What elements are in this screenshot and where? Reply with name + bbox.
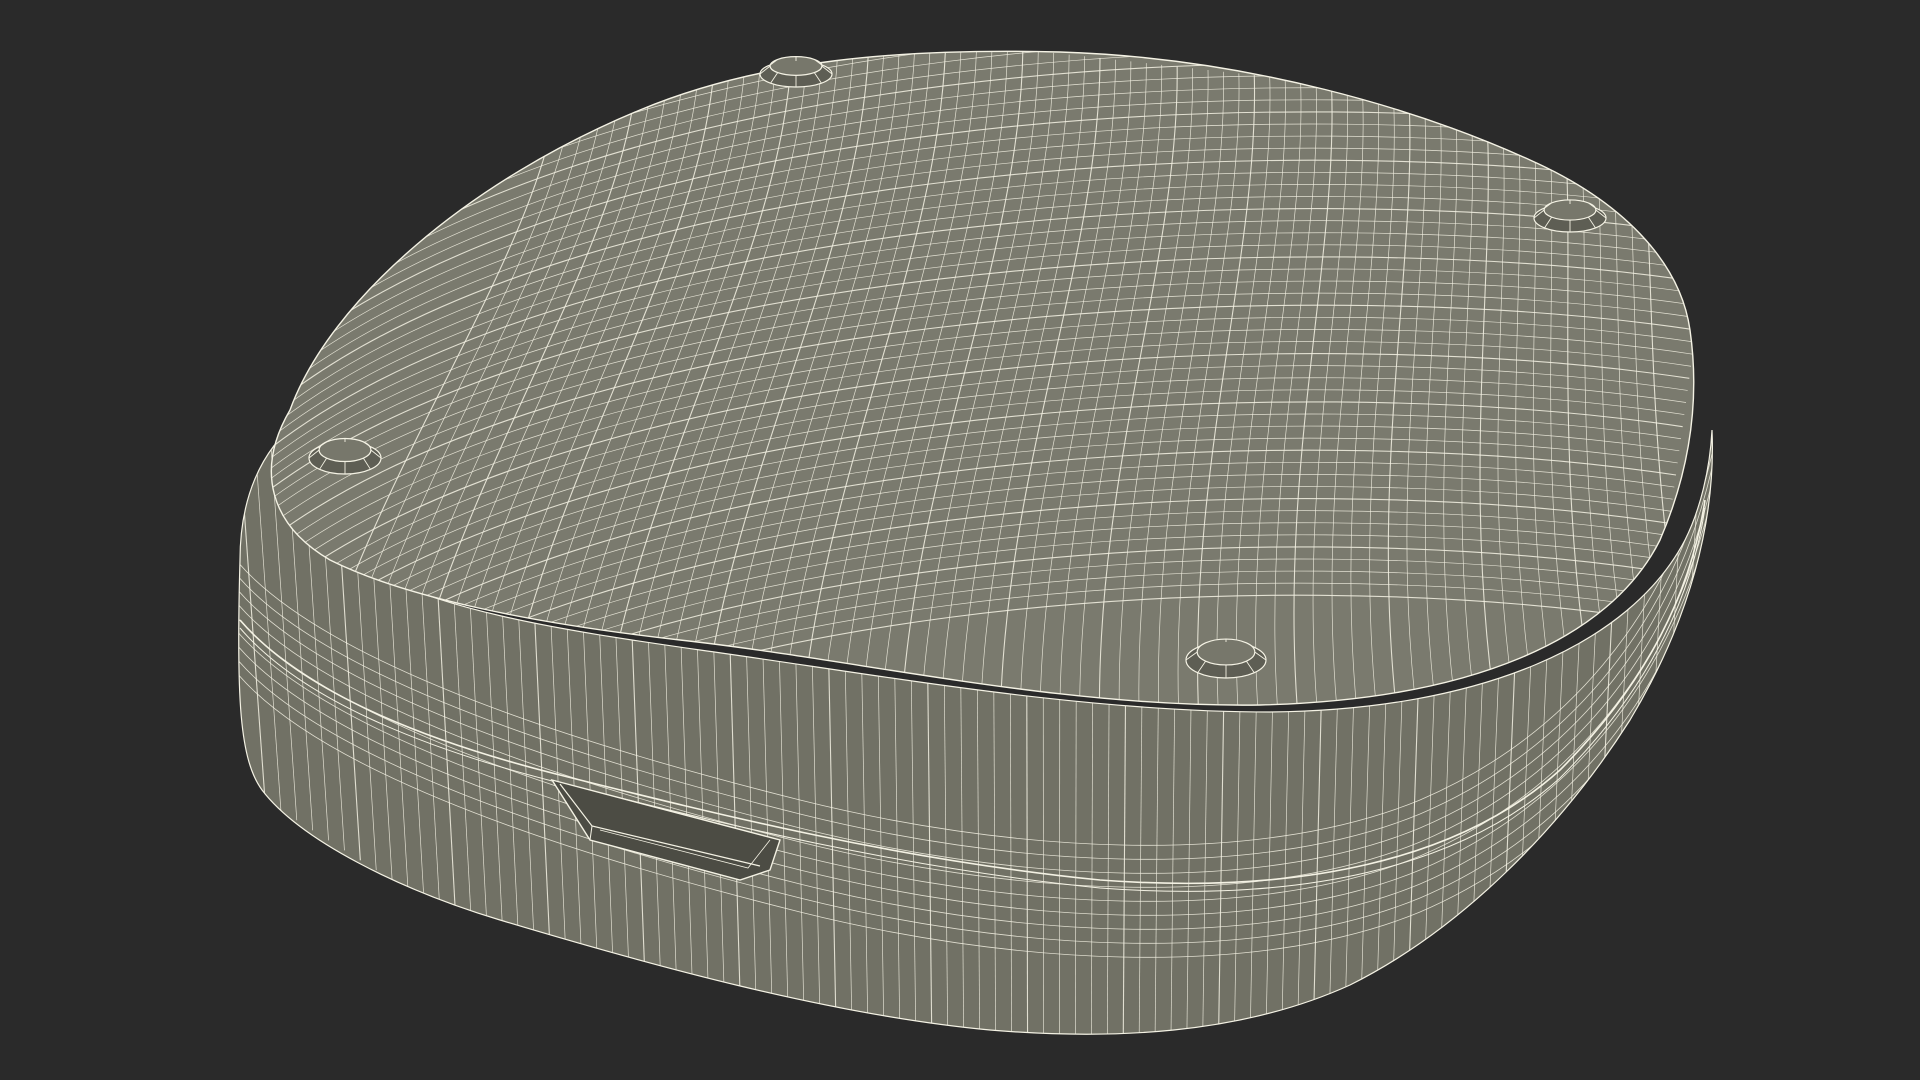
render-viewport <box>0 0 1920 1080</box>
wireframe-model <box>238 50 1713 1035</box>
lid-bump <box>759 56 833 88</box>
side-wire-col <box>1694 420 1713 801</box>
